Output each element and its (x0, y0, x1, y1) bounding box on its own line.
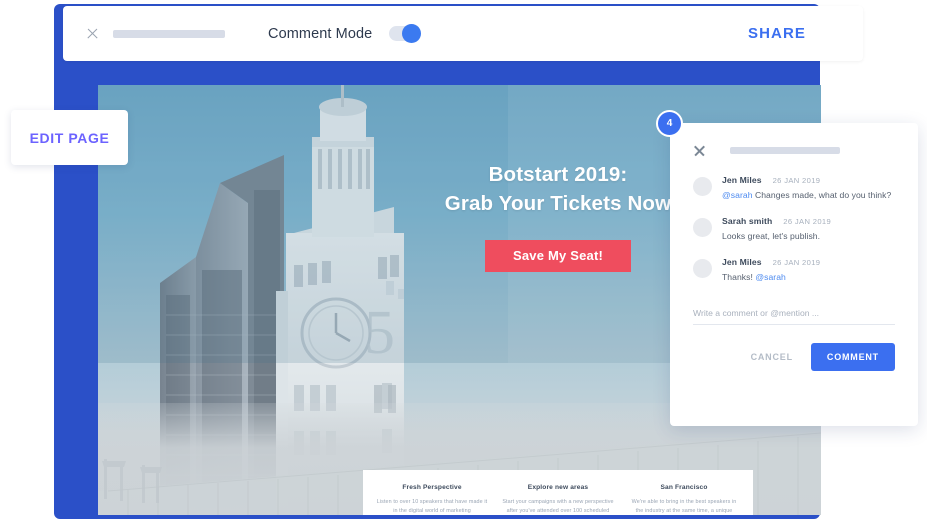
comment-meta: Sarah smith 26 JAN 2019 (722, 216, 831, 226)
feature-title: Explore new areas (527, 484, 589, 491)
edit-page-button[interactable]: EDIT PAGE (11, 110, 128, 165)
comment-mode-toggle[interactable] (389, 24, 422, 43)
close-icon[interactable] (86, 27, 100, 41)
comment-panel: Jen Miles 26 JAN 2019 @sarah Changes mad… (670, 123, 918, 426)
comment-body: Sarah smith 26 JAN 2019 Looks great, let… (722, 216, 831, 241)
comment-count-badge[interactable]: 4 (656, 110, 683, 137)
comment-text: Thanks! @sarah (722, 272, 820, 282)
comment-author: Jen Miles (722, 175, 762, 185)
comment-list: Jen Miles 26 JAN 2019 @sarah Changes mad… (693, 175, 895, 282)
feature-card: Fresh Perspective Listen to over 10 spea… (369, 484, 495, 515)
list-item: Jen Miles 26 JAN 2019 Thanks! @sarah (693, 257, 895, 282)
comment-date: 26 JAN 2019 (772, 258, 821, 267)
comment-text-body: Changes made, what do you think? (752, 190, 892, 200)
feature-cards: Fresh Perspective Listen to over 10 spea… (363, 470, 753, 515)
toggle-knob (402, 24, 422, 43)
list-item: Jen Miles 26 JAN 2019 @sarah Changes mad… (693, 175, 895, 200)
comment-button[interactable]: COMMENT (810, 343, 895, 371)
mention-link[interactable]: @sarah (722, 190, 753, 200)
feature-body: Start your campaigns with a new perspect… (502, 499, 614, 514)
list-item: Sarah smith 26 JAN 2019 Looks great, let… (693, 216, 895, 241)
feature-title: San Francisco (660, 484, 708, 491)
app-root: Comment Mode SHARE 5 Botstart 2019: Grab… (0, 0, 927, 522)
feature-card: San Francisco We're able to bring in the… (621, 484, 747, 515)
url-placeholder-bar[interactable] (113, 29, 225, 38)
comment-date: 26 JAN 2019 (783, 217, 832, 226)
comment-text-body: Looks great, let's publish. (722, 231, 821, 241)
comment-author: Sarah smith (722, 216, 773, 226)
title-placeholder-bar (730, 146, 840, 154)
hero-headline: Botstart 2019: Grab Your Tickets Now (408, 160, 708, 218)
feature-card: Explore new areas Start your campaigns w… (495, 484, 621, 515)
save-my-seat-button[interactable]: Save My Seat! (485, 240, 631, 272)
comment-input[interactable] (693, 301, 895, 325)
comment-body: Jen Miles 26 JAN 2019 Thanks! @sarah (722, 257, 820, 282)
hero-headline-line1: Botstart 2019: (488, 163, 628, 186)
close-icon[interactable] (693, 144, 706, 157)
hero-copy: Botstart 2019: Grab Your Tickets Now Sav… (408, 160, 708, 272)
feature-title: Fresh Perspective (402, 484, 462, 491)
comment-panel-header (693, 142, 895, 158)
comment-meta: Jen Miles 26 JAN 2019 (722, 175, 891, 185)
mention-link[interactable]: @sarah (755, 272, 786, 282)
avatar (693, 177, 712, 196)
comment-body: Jen Miles 26 JAN 2019 @sarah Changes mad… (722, 175, 891, 200)
avatar (693, 218, 712, 237)
cancel-button[interactable]: CANCEL (751, 352, 793, 362)
comment-meta: Jen Miles 26 JAN 2019 (722, 257, 820, 267)
feature-body: We're able to bring in the best speakers… (631, 499, 737, 514)
comment-date: 26 JAN 2019 (772, 176, 821, 185)
comment-text: @sarah Changes made, what do you think? (722, 190, 891, 200)
avatar (693, 259, 712, 278)
top-toolbar: Comment Mode SHARE (63, 6, 863, 61)
hero-headline-line2: Grab Your Tickets Now (444, 192, 672, 215)
comment-text-body: Thanks! (722, 272, 756, 282)
comment-actions: CANCEL COMMENT (693, 343, 895, 371)
comment-text: Looks great, let's publish. (722, 231, 831, 241)
feature-body: Listen to over 10 speakers that have mad… (376, 499, 488, 514)
comment-author: Jen Miles (722, 257, 762, 267)
comment-mode-label: Comment Mode (268, 25, 373, 42)
share-button[interactable]: SHARE (748, 25, 806, 42)
